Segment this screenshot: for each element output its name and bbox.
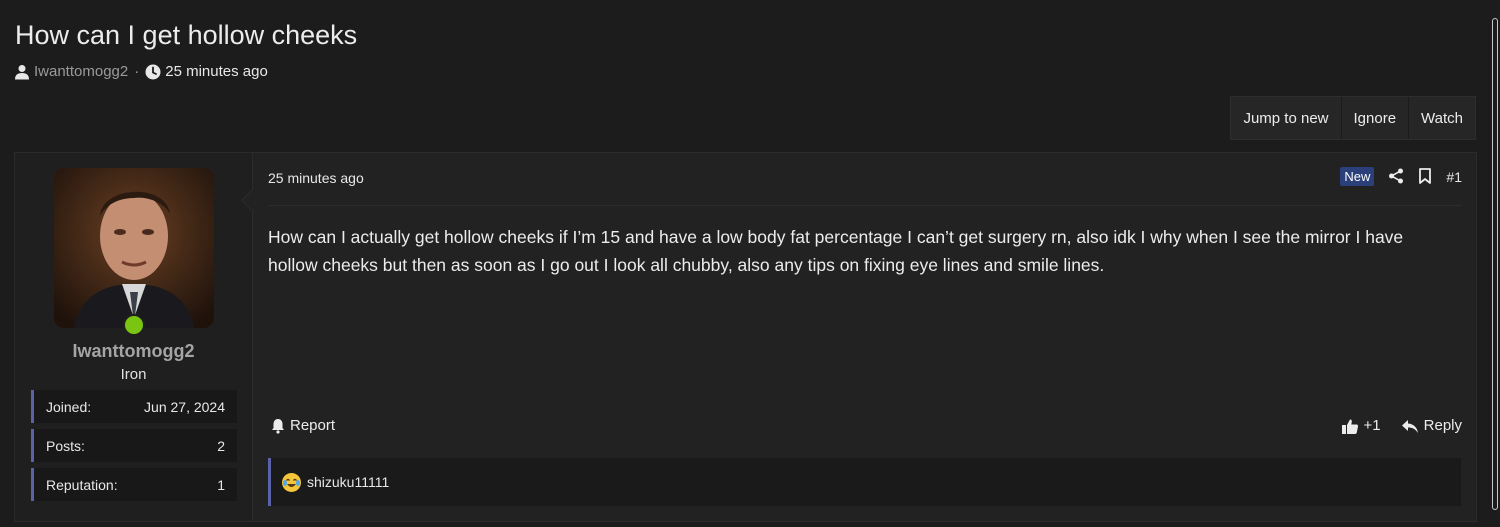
stat-joined: Joined: Jun 27, 2024 bbox=[31, 390, 237, 423]
report-label: Report bbox=[290, 417, 336, 435]
new-badge: New bbox=[1340, 167, 1375, 186]
post-body: How can I actually get hollow cheeks if … bbox=[268, 227, 1404, 275]
user-icon bbox=[14, 61, 30, 83]
like-button[interactable]: +1 bbox=[1341, 417, 1381, 435]
avatar[interactable] bbox=[54, 168, 214, 328]
user-title: Iron bbox=[120, 366, 147, 383]
post-user-info: Iwanttomogg2 Iron Joined: Jun 27, 2024 P… bbox=[15, 153, 253, 521]
thumbs-up-icon bbox=[1341, 417, 1359, 435]
post-tools: New #1 bbox=[1340, 167, 1462, 186]
crying-laughing-emoji-icon bbox=[282, 472, 301, 492]
stat-label: Reputation: bbox=[46, 476, 118, 493]
thread-author-link[interactable]: Iwanttomogg2 bbox=[34, 61, 128, 83]
stat-value: Jun 27, 2024 bbox=[144, 398, 225, 415]
scrollbar[interactable] bbox=[1492, 18, 1498, 510]
share-icon[interactable] bbox=[1388, 168, 1404, 186]
post-header-divider bbox=[268, 205, 1462, 206]
post-footer-left: Report bbox=[271, 417, 335, 434]
reply-arrow-icon bbox=[1401, 417, 1419, 434]
reply-label: Reply bbox=[1423, 417, 1462, 435]
meta-separator: · bbox=[134, 63, 140, 80]
thread-title: How can I get hollow cheeks bbox=[15, 20, 358, 50]
post-time[interactable]: 25 minutes ago bbox=[268, 170, 364, 186]
post: Iwanttomogg2 Iron Joined: Jun 27, 2024 P… bbox=[14, 152, 1477, 522]
report-button[interactable]: Report bbox=[271, 417, 335, 434]
stat-label: Joined: bbox=[46, 398, 92, 415]
user-stats: Joined: Jun 27, 2024 Posts: 2 Reputation… bbox=[31, 390, 237, 507]
thread-page: How can I get hollow cheeks Iwanttomogg2… bbox=[0, 0, 1500, 527]
reaction-user-link[interactable]: shizuku11111 bbox=[307, 474, 389, 490]
post-content: 25 minutes ago New #1 How can I actually… bbox=[253, 153, 1476, 521]
reply-button[interactable]: Reply bbox=[1401, 417, 1462, 434]
watch-button[interactable]: Watch bbox=[1408, 97, 1475, 139]
post-number-link[interactable]: #1 bbox=[1446, 169, 1462, 185]
ignore-button[interactable]: Ignore bbox=[1340, 97, 1409, 139]
bell-icon bbox=[271, 417, 285, 434]
thread-actions: Jump to new Ignore Watch bbox=[1230, 96, 1476, 140]
stat-reputation: Reputation: 1 bbox=[31, 468, 237, 501]
bookmark-icon[interactable] bbox=[1418, 168, 1432, 186]
thread-meta: Iwanttomogg2 · 25 minutes ago bbox=[14, 61, 268, 83]
post-username[interactable]: Iwanttomogg2 bbox=[15, 341, 252, 362]
clock-icon bbox=[145, 61, 161, 83]
stat-value: 1 bbox=[217, 476, 225, 493]
stat-value: 2 bbox=[217, 437, 225, 454]
thread-time: 25 minutes ago bbox=[165, 63, 268, 80]
like-count: +1 bbox=[1363, 417, 1381, 435]
stat-posts: Posts: 2 bbox=[31, 429, 237, 462]
stat-label: Posts: bbox=[46, 437, 85, 454]
jump-to-new-button[interactable]: Jump to new bbox=[1231, 97, 1341, 139]
online-status-indicator bbox=[123, 314, 145, 336]
reactions-bar: shizuku11111 bbox=[268, 458, 1461, 506]
post-footer-right: +1 Reply bbox=[1341, 417, 1462, 435]
